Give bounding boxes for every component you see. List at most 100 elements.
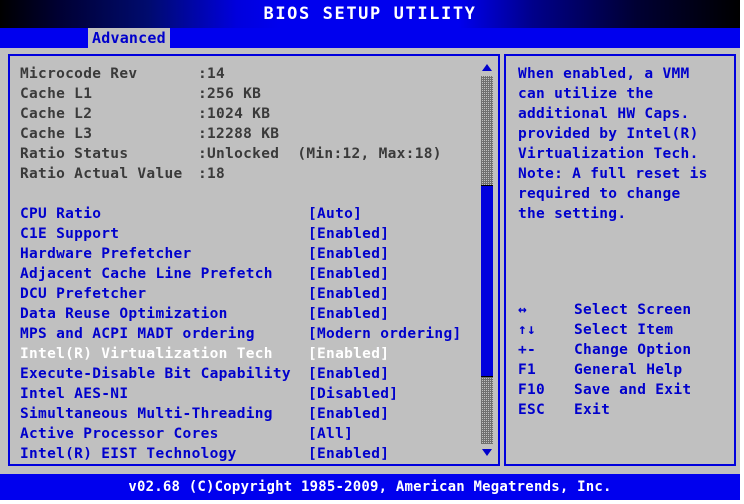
settings-list: CPU Ratio [Auto] C1E Support [Enabled] Hardw… [20, 204, 470, 464]
setting-value[interactable]: [Enabled] [308, 364, 470, 384]
legend-row: ↑↓ Select Item [518, 320, 724, 340]
info-row-label: Ratio Status [20, 146, 129, 162]
setting-row[interactable]: C1E Support [Enabled] [20, 224, 470, 244]
legend-description: Select Item [574, 322, 674, 338]
tab-cursor-block [165, 29, 168, 47]
tab-advanced[interactable]: Advanced [88, 28, 170, 48]
triangle-up-icon[interactable] [482, 64, 492, 71]
setting-value[interactable]: [Enabled] [308, 244, 470, 264]
setting-row[interactable]: CPU Ratio [Auto] [20, 204, 470, 224]
setting-label: CPU Ratio [20, 206, 102, 222]
help-line: When enabled, a VMM [518, 66, 690, 82]
setting-row[interactable]: Execute-Disable Bit Capability [Enabled] [20, 364, 470, 384]
legend-row: ESC Exit [518, 400, 724, 420]
setting-row[interactable]: MPS and ACPI MADT ordering [Modern orderi… [20, 324, 470, 344]
setting-label: Hardware Prefetcher [20, 246, 192, 262]
legend-key: ↔ [518, 302, 528, 318]
setting-value[interactable]: [Auto] [308, 204, 470, 224]
info-row: Cache L2:1024 KB [20, 104, 460, 124]
setting-value[interactable]: [Enabled] [308, 284, 470, 304]
legend-description: Select Screen [574, 302, 692, 318]
setting-label: DCU Prefetcher [20, 286, 147, 302]
info-row-label: Ratio Actual Value [20, 166, 183, 182]
setting-label: MPS and ACPI MADT ordering [20, 326, 255, 342]
setting-value[interactable]: [Disabled] [308, 384, 470, 404]
info-row: Cache L3 :12288 KB [20, 124, 460, 144]
copyright-text: v02.68 (C)Copyright 1985-2009, American … [128, 479, 612, 495]
setting-label: Active Processor Cores [20, 426, 219, 442]
legend-key: +- [518, 342, 537, 358]
footer-gap [0, 466, 740, 474]
info-row: Ratio Actual Value :18 [20, 164, 460, 184]
setting-row[interactable]: Intel(R) EIST Technology [Enabled] [20, 444, 470, 464]
setting-label: Intel AES-NI [20, 386, 129, 402]
scrollbar-thumb[interactable] [481, 185, 493, 377]
help-line: the setting. [518, 206, 627, 222]
legend-key: ↑↓ [518, 322, 537, 338]
title-bar: BIOS SETUP UTILITY [0, 0, 740, 28]
legend-row: ↔ Select Screen [518, 300, 724, 320]
help-line: additional HW Caps. [518, 106, 690, 122]
setting-row[interactable]: Active Processor Cores [All] [20, 424, 470, 444]
settings-scrollbar[interactable] [480, 60, 494, 460]
setting-label: Execute-Disable Bit Capability [20, 366, 291, 382]
setting-label: C1E Support [20, 226, 120, 242]
setting-label: Data Reuse Optimization [20, 306, 228, 322]
help-line: can utilize the [518, 86, 654, 102]
setting-row[interactable]: Simultaneous Multi-Threading [Enabled] [20, 404, 470, 424]
info-row-label: Microcode Rev [20, 66, 138, 82]
setting-row[interactable]: Intel AES-NI [Disabled] [20, 384, 470, 404]
setting-row[interactable]: DCU Prefetcher [Enabled] [20, 284, 470, 304]
help-line: Note: A full reset is [518, 166, 708, 182]
legend-description: Exit [574, 402, 611, 418]
info-row-value: :256 KB [198, 86, 262, 102]
page-title: BIOS SETUP UTILITY [263, 4, 477, 24]
setting-row[interactable]: Data Reuse Optimization [Enabled] [20, 304, 470, 324]
legend-description: General Help [574, 362, 683, 378]
setting-value[interactable]: [Enabled] [308, 264, 470, 284]
menu-bar: Advanced [0, 28, 740, 48]
help-panel: When enabled, a VMM can utilize the additi… [504, 54, 736, 466]
footer-bar: v02.68 (C)Copyright 1985-2009, American … [0, 474, 740, 500]
info-row: Cache L1 :256 KB [20, 84, 460, 104]
triangle-down-icon[interactable] [482, 449, 492, 456]
setting-row[interactable]: Intel(R) Virtualization Tech [Enabled] [20, 344, 470, 364]
setting-label: Intel(R) EIST Technology [20, 446, 237, 462]
info-row-value: :1024 KB [198, 106, 271, 122]
setting-row[interactable]: Hardware Prefetcher [Enabled] [20, 244, 470, 264]
setting-value[interactable]: [Enabled] [308, 224, 470, 244]
setting-label: Adjacent Cache Line Prefetch [20, 266, 273, 282]
setting-value[interactable]: [Modern ordering] [308, 324, 470, 344]
info-row-value: :Unlocked (Min:12, Max:18) [198, 146, 442, 162]
help-line: required to change [518, 186, 681, 202]
legend-key: F10 [518, 382, 546, 398]
legend-key: ESC [518, 402, 546, 418]
help-line: provided by Intel(R) [518, 126, 699, 142]
info-row-label: Cache L3 [20, 126, 93, 142]
cpu-info-list: Microcode Rev :14 Cache L1 :256 KB Cache L2:… [20, 64, 460, 184]
info-row-value: :18 [198, 166, 226, 182]
legend-row: F10 Save and Exit [518, 380, 724, 400]
key-legend: ↔ Select Screen ↑↓ Select Item +- Change Opti… [518, 300, 724, 420]
legend-key: F1 [518, 362, 537, 378]
info-row-value: :14 [198, 66, 226, 82]
setting-value[interactable]: [Enabled] [308, 404, 470, 424]
setting-value[interactable]: [Enabled] [308, 344, 470, 364]
info-row-value: :12288 KB [198, 126, 280, 142]
info-row-label: Cache L1 [20, 86, 93, 102]
info-row: Ratio Status :Unlocked (Min:12, Max:18) [20, 144, 460, 164]
help-text: When enabled, a VMM can utilize the additi… [518, 64, 718, 224]
setting-label: Intel(R) Virtualization Tech [20, 346, 273, 362]
setting-value[interactable]: [Enabled] [308, 304, 470, 324]
info-row: Microcode Rev :14 [20, 64, 460, 84]
bios-setup-screen: BIOS SETUP UTILITY Advanced Microcode Re… [0, 0, 744, 504]
legend-row: F1 General Help [518, 360, 724, 380]
setting-row[interactable]: Adjacent Cache Line Prefetch [Enabled] [20, 264, 470, 284]
help-line: Virtualization Tech. [518, 146, 699, 162]
legend-description: Save and Exit [574, 382, 692, 398]
settings-panel: Microcode Rev :14 Cache L1 :256 KB Cache L2:… [8, 54, 500, 466]
setting-value[interactable]: [All] [308, 424, 470, 444]
setting-label: Simultaneous Multi-Threading [20, 406, 273, 422]
legend-description: Change Option [574, 342, 692, 358]
setting-value[interactable]: [Enabled] [308, 444, 470, 464]
